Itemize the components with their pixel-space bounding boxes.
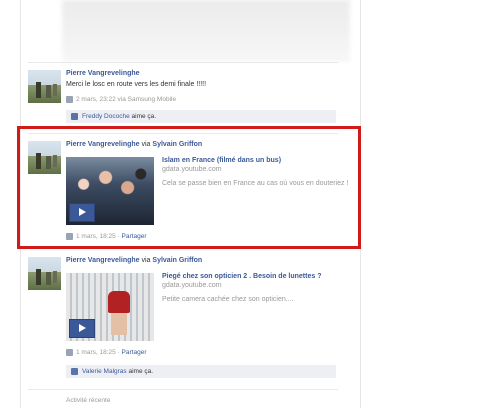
recent-activity-label: Activité récente <box>66 397 111 404</box>
story-meta: 2 mars, 23:22 via Samsung Mobile <box>66 96 176 103</box>
video-thumbnail[interactable] <box>66 273 154 341</box>
divider <box>28 389 338 390</box>
red-highlight-box <box>17 126 361 249</box>
via-word: via <box>141 257 151 264</box>
story-content: Pierre Vangrevelinghe Merci le losc en r… <box>66 70 342 123</box>
like-suffix: aime ça. <box>131 113 157 120</box>
shared-video-attachment: Piegé chez son opticien 2 . Besoin de lu… <box>66 273 336 345</box>
thumbs-up-icon <box>71 112 78 120</box>
play-icon[interactable] <box>69 319 95 338</box>
feed-story: Pierre Vangrevelinghe Merci le losc en r… <box>28 70 342 130</box>
liker-name-link[interactable]: Freddy Docoche <box>82 113 130 120</box>
thumbs-up-icon <box>71 367 78 375</box>
liker-name-link[interactable]: Valerie Malgras <box>82 368 127 375</box>
share-domain: gdata.youtube.com <box>162 282 222 289</box>
video-icon <box>66 349 73 356</box>
story-meta: 1 mars, 18:25 · Partager <box>66 349 146 356</box>
divider <box>28 62 338 63</box>
like-sentence: Freddy Docoche aime ça. <box>66 110 336 123</box>
like-suffix: aime ça. <box>128 368 154 375</box>
avatar[interactable] <box>28 257 61 290</box>
avatar[interactable] <box>28 70 61 103</box>
mobile-phone-icon <box>66 96 73 103</box>
story-content: Pierre Vangrevelinghe via Sylvain Griffo… <box>66 257 342 378</box>
share-title-link[interactable]: Piegé chez son opticien 2 . Besoin de lu… <box>162 273 362 280</box>
actor-name-link[interactable]: Pierre Vangrevelinghe <box>66 70 140 77</box>
status-message: Merci le losc en route vers les demi fin… <box>66 81 207 88</box>
feed-story-shared-video: Pierre Vangrevelinghe via Sylvain Griffo… <box>28 257 342 387</box>
actor-name-link[interactable]: Pierre Vangrevelinghe <box>66 257 140 264</box>
like-sentence: Valerie Malgras aime ça. <box>66 365 336 378</box>
share-info: Piegé chez son opticien 2 . Besoin de lu… <box>162 273 362 305</box>
meta-separator: · <box>117 349 120 357</box>
timestamp[interactable]: 1 mars, 18:25 <box>76 349 116 356</box>
via-name-link[interactable]: Sylvain Griffon <box>152 257 202 264</box>
blurred-previous-post <box>62 0 350 62</box>
share-link[interactable]: Partager <box>122 349 147 356</box>
share-description: Petite camera cachée chez son opticien..… <box>162 296 294 303</box>
timestamp[interactable]: 2 mars, 23:22 via Samsung Mobile <box>76 96 176 103</box>
